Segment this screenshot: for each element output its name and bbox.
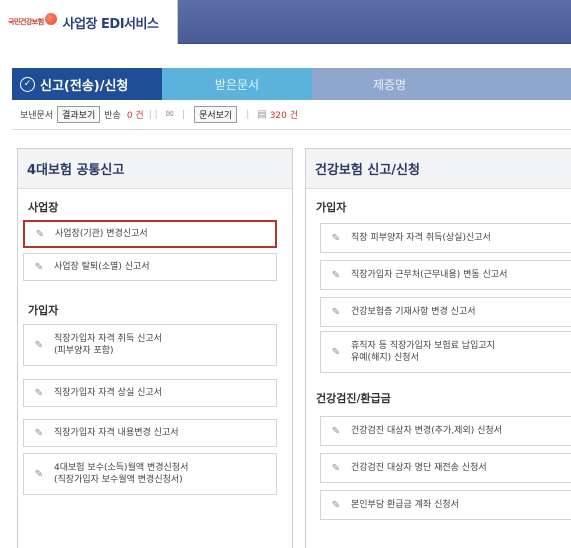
- section-title: 가입자: [316, 201, 347, 214]
- health-insurance-panel: 건강보험 신고/신청 가입자 ✎ 직장 피부양자 자격 취득(상실)신고서 ✎ …: [305, 148, 571, 548]
- card-info-change-form[interactable]: ✎ 건강보험증 기재사항 변경 신고서: [320, 297, 571, 327]
- document-edit-icon: ✎: [331, 462, 341, 474]
- status-toolbar: 보낸문서 결과보기 반송 0 건 | | ✉ | 문서보기 | ▤ 320 건: [12, 100, 571, 130]
- document-edit-icon: ✎: [34, 261, 44, 273]
- main-tabs: ✓ 신고(전송)/신청 받은문서 제증명: [12, 68, 571, 100]
- document-edit-icon: ✎: [34, 468, 44, 480]
- nhis-logo: 국민건강보험: [8, 13, 59, 27]
- checkup-list-resend-form[interactable]: ✎ 건강검진 대상자 명단 재전송 신청서: [320, 453, 571, 483]
- dependent-qualification-form[interactable]: ✎ 직장 피부양자 자격 취득(상실)신고서: [320, 223, 571, 253]
- workplace-change-form[interactable]: ✎ 사업장(기관) 변경신고서: [23, 220, 277, 248]
- tab-certificates[interactable]: 제증명: [312, 68, 467, 100]
- document-edit-icon: ✎: [35, 228, 45, 240]
- refund-account-form[interactable]: ✎ 본인부담 환급금 계좌 신청서: [320, 490, 571, 520]
- result-view-button[interactable]: 결과보기: [57, 106, 101, 123]
- return-count[interactable]: 0 건: [127, 108, 144, 121]
- document-edit-icon: ✎: [331, 232, 341, 244]
- document-edit-icon: ✎: [331, 425, 341, 437]
- section-title: 사업장: [28, 201, 59, 214]
- sent-docs-label: 보낸문서: [20, 111, 54, 121]
- common-report-panel: 4대보험 공통신고 사업장 ✎ 사업장(기관) 변경신고서 ✎ 사업장 탈퇴(소…: [17, 148, 293, 548]
- section-title: 가입자: [28, 304, 59, 317]
- document-edit-icon: ✎: [34, 387, 44, 399]
- panel-title: 건강보험 신고/신청: [306, 149, 571, 189]
- top-bar: 국민건강보험 사업장 EDI서비스: [0, 0, 571, 44]
- doc-view-button[interactable]: 문서보기: [194, 106, 238, 123]
- doc-count[interactable]: 320 건: [270, 108, 298, 121]
- document-edit-icon: ✎: [331, 269, 341, 281]
- document-edit-icon: ✎: [331, 306, 341, 318]
- tab-report-submit[interactable]: ✓ 신고(전송)/신청: [12, 68, 162, 100]
- section-title: 건강검진/환급금: [316, 392, 391, 405]
- app-title: 사업장 EDI서비스: [62, 16, 159, 32]
- divider: |: [246, 109, 250, 120]
- document-icon: ▤: [257, 109, 267, 120]
- workplace-withdrawal-form[interactable]: ✎ 사업장 탈퇴(소멸) 신고서: [23, 253, 277, 281]
- return-label: 반송: [104, 111, 121, 121]
- panel-title: 4대보험 공통신고: [18, 149, 292, 189]
- tab-empty: [467, 68, 571, 100]
- subscriber-change-form[interactable]: ✎ 직장가입자 자격 내용변경 신고서: [23, 419, 277, 447]
- document-edit-icon: ✎: [34, 339, 44, 351]
- document-edit-icon: ✎: [34, 427, 44, 439]
- salary-change-form[interactable]: ✎ 4대보험 보수(소득)월액 변경신청서 (직장가입자 보수월액 변경신청서): [23, 453, 277, 495]
- checkup-target-change-form[interactable]: ✎ 건강검진 대상자 변경(추가,제외) 신청서: [320, 416, 571, 446]
- subscriber-acquire-form[interactable]: ✎ 직장가입자 자격 취득 신고서 (피부양자 포함): [23, 324, 277, 366]
- divider: | |: [148, 109, 158, 120]
- document-edit-icon: ✎: [331, 346, 341, 358]
- envelope-icon: ✉: [165, 109, 175, 120]
- workplace-transfer-form[interactable]: ✎ 직장가입자 근무처(근무내용) 변동 신고서: [320, 260, 571, 290]
- tab-received-docs[interactable]: 받은문서: [162, 68, 312, 100]
- subscriber-loss-form[interactable]: ✎ 직장가입자 자격 상실 신고서: [23, 379, 277, 407]
- divider: |: [182, 109, 186, 120]
- check-circle-icon: ✓: [20, 76, 35, 92]
- brand[interactable]: 국민건강보험 사업장 EDI서비스: [0, 0, 178, 44]
- document-edit-icon: ✎: [331, 499, 341, 511]
- logo-mark-icon: [44, 13, 57, 25]
- premium-deferral-form[interactable]: ✎ 휴직자 등 직장가입자 보험료 납입고지 유예(해지) 신청서: [320, 331, 571, 373]
